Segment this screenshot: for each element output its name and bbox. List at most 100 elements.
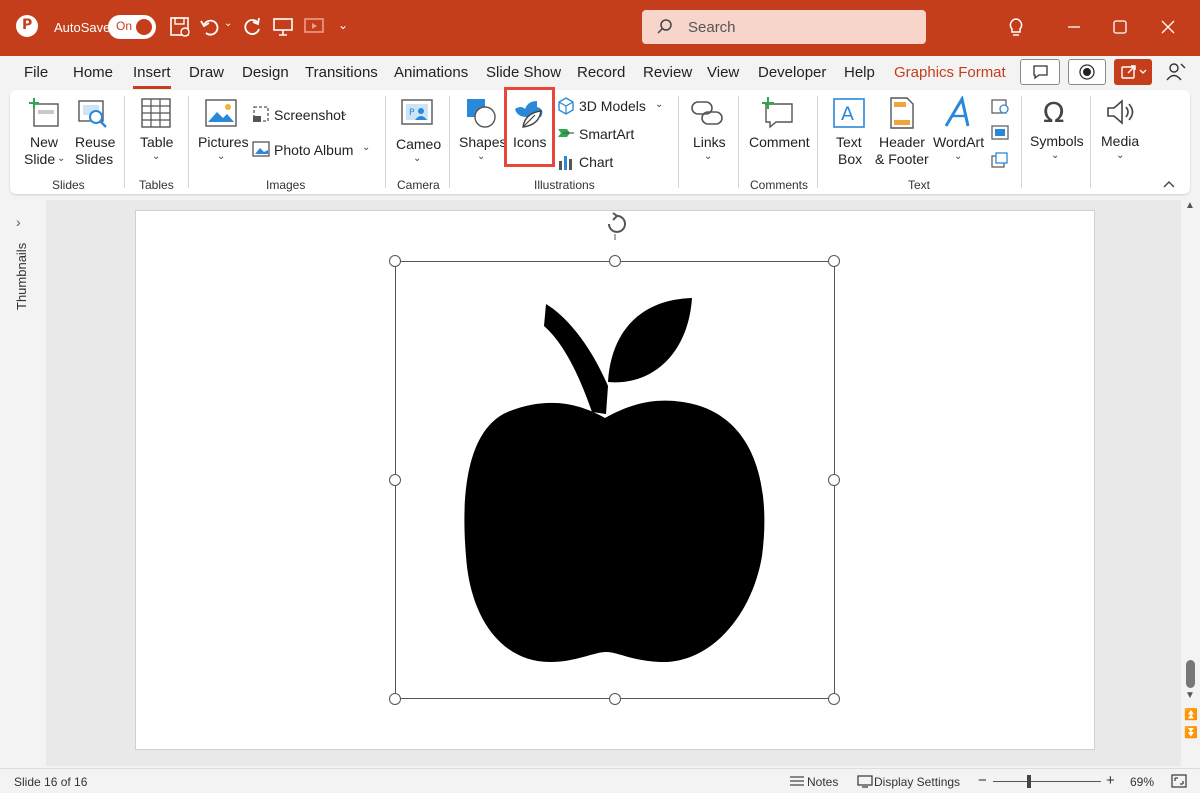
- lightbulb-icon[interactable]: [1002, 14, 1030, 40]
- screenshot-label[interactable]: Screenshot: [274, 107, 345, 123]
- omega-symbol-icon[interactable]: Ω: [1038, 96, 1072, 128]
- 3d-models-icon[interactable]: [557, 97, 575, 115]
- scroll-down-icon[interactable]: ▼: [1185, 690, 1195, 701]
- wordart-icon[interactable]: [942, 96, 976, 130]
- chevron-down-icon[interactable]: ⌄: [217, 151, 225, 162]
- scroll-thumb[interactable]: [1186, 660, 1195, 688]
- symbols-label[interactable]: Symbols: [1030, 133, 1084, 150]
- undo-dropdown-icon[interactable]: ⌄: [224, 18, 232, 29]
- tab-view[interactable]: View: [707, 64, 739, 81]
- notes-button[interactable]: Notes: [807, 775, 838, 789]
- photo-album-icon[interactable]: [252, 140, 270, 158]
- resize-handle-top[interactable]: [609, 255, 621, 267]
- share-button[interactable]: [1114, 59, 1152, 85]
- comment-label[interactable]: Comment: [749, 134, 810, 151]
- reuse-slides-label-1[interactable]: Reuse: [75, 134, 115, 151]
- chevron-down-icon[interactable]: ⌄: [655, 99, 663, 110]
- tab-help[interactable]: Help: [844, 64, 875, 81]
- vertical-scrollbar[interactable]: ▲ ▼ ⏫ ⏬: [1181, 200, 1200, 766]
- chevron-down-icon[interactable]: ⌄: [413, 153, 421, 164]
- notes-icon[interactable]: [788, 773, 806, 789]
- chevron-down-icon[interactable]: ⌄: [340, 108, 348, 119]
- chevron-down-icon[interactable]: ⌄: [1116, 150, 1124, 161]
- coauthor-icon[interactable]: [1164, 60, 1188, 84]
- display-settings-icon[interactable]: [856, 774, 874, 789]
- new-slide-label-1[interactable]: New: [30, 134, 58, 151]
- fit-slide-icon[interactable]: [1170, 773, 1188, 789]
- undo-icon[interactable]: [198, 15, 222, 39]
- table-icon[interactable]: [140, 97, 172, 129]
- resize-handle-left[interactable]: [389, 474, 401, 486]
- close-icon[interactable]: [1154, 14, 1182, 40]
- scroll-up-icon[interactable]: ▲: [1185, 200, 1195, 211]
- table-label[interactable]: Table: [140, 134, 173, 151]
- chevron-down-icon[interactable]: ⌄: [152, 151, 160, 162]
- new-slide-icon[interactable]: [28, 96, 62, 130]
- media-label[interactable]: Media: [1101, 133, 1139, 150]
- chevron-down-icon[interactable]: ⌄: [704, 151, 712, 162]
- tab-slide-show[interactable]: Slide Show: [486, 64, 561, 81]
- chart-icon[interactable]: [557, 153, 575, 171]
- minimize-icon[interactable]: [1060, 14, 1088, 40]
- shapes-label[interactable]: Shapes: [459, 134, 506, 151]
- pictures-icon[interactable]: [204, 98, 238, 128]
- present-from-start-icon[interactable]: [271, 15, 295, 39]
- zoom-in-button[interactable]: +: [1106, 772, 1115, 789]
- speaker-icon[interactable]: [1104, 96, 1136, 128]
- collapse-ribbon-icon[interactable]: [1162, 178, 1176, 190]
- chevron-down-icon[interactable]: ⌄: [477, 151, 485, 162]
- chevron-down-icon[interactable]: ⌄: [362, 142, 370, 153]
- shapes-icon[interactable]: [464, 96, 498, 130]
- pictures-label[interactable]: Pictures: [198, 134, 249, 151]
- display-settings-button[interactable]: Display Settings: [874, 775, 960, 789]
- record-button[interactable]: [1068, 59, 1106, 85]
- smartart-icon[interactable]: [557, 125, 575, 143]
- reuse-slides-icon[interactable]: [76, 96, 110, 130]
- tab-transitions[interactable]: Transitions: [305, 64, 378, 81]
- resize-handle-top-left[interactable]: [389, 255, 401, 267]
- autosave-toggle[interactable]: On: [108, 15, 156, 39]
- tab-insert[interactable]: Insert: [133, 64, 171, 89]
- resize-handle-right[interactable]: [828, 474, 840, 486]
- reuse-slides-label-2[interactable]: Slides: [75, 151, 113, 168]
- header-footer-label-1[interactable]: Header: [879, 134, 925, 151]
- tab-draw[interactable]: Draw: [189, 64, 224, 81]
- text-box-icon[interactable]: A: [832, 97, 866, 129]
- cameo-label[interactable]: Cameo: [396, 136, 441, 153]
- chevron-down-icon[interactable]: ⌄: [1051, 150, 1059, 161]
- resize-handle-bottom-right[interactable]: [828, 693, 840, 705]
- redo-icon[interactable]: [240, 15, 264, 39]
- thumbnails-label[interactable]: Thumbnails: [14, 243, 29, 310]
- tab-developer[interactable]: Developer: [758, 64, 826, 81]
- previous-slide-icon[interactable]: ⏫: [1184, 708, 1198, 721]
- next-slide-icon[interactable]: ⏬: [1184, 726, 1198, 739]
- zoom-slider-track[interactable]: [993, 781, 1101, 782]
- tab-animations[interactable]: Animations: [394, 64, 468, 81]
- 3d-models-label[interactable]: 3D Models: [579, 98, 646, 114]
- tab-record[interactable]: Record: [577, 64, 625, 81]
- comments-pane-button[interactable]: [1020, 59, 1060, 85]
- header-footer-label-2[interactable]: & Footer: [875, 151, 929, 168]
- expand-thumbnails-icon[interactable]: ›: [16, 214, 21, 230]
- zoom-level[interactable]: 69%: [1130, 775, 1154, 789]
- zoom-slider-thumb[interactable]: [1027, 775, 1031, 788]
- slide-number-icon[interactable]: [990, 124, 1010, 142]
- tab-review[interactable]: Review: [643, 64, 692, 81]
- new-slide-label-2[interactable]: Slide: [24, 151, 55, 168]
- chevron-down-icon[interactable]: ⌄: [954, 151, 962, 162]
- tab-home[interactable]: Home: [73, 64, 113, 81]
- links-icon[interactable]: [690, 98, 724, 128]
- header-footer-icon[interactable]: [888, 96, 916, 130]
- search-box[interactable]: Search: [642, 10, 926, 44]
- tab-file[interactable]: File: [24, 64, 48, 81]
- tab-design[interactable]: Design: [242, 64, 289, 81]
- resize-handle-bottom[interactable]: [609, 693, 621, 705]
- chart-label[interactable]: Chart: [579, 154, 613, 170]
- cameo-icon[interactable]: P: [400, 98, 434, 130]
- rotate-handle-icon[interactable]: [601, 212, 631, 240]
- photo-album-label[interactable]: Photo Album: [274, 142, 353, 158]
- text-box-label-1[interactable]: Text: [836, 134, 862, 151]
- text-box-label-2[interactable]: Box: [838, 151, 862, 168]
- zoom-out-button[interactable]: −: [978, 772, 987, 789]
- maximize-icon[interactable]: [1106, 14, 1134, 40]
